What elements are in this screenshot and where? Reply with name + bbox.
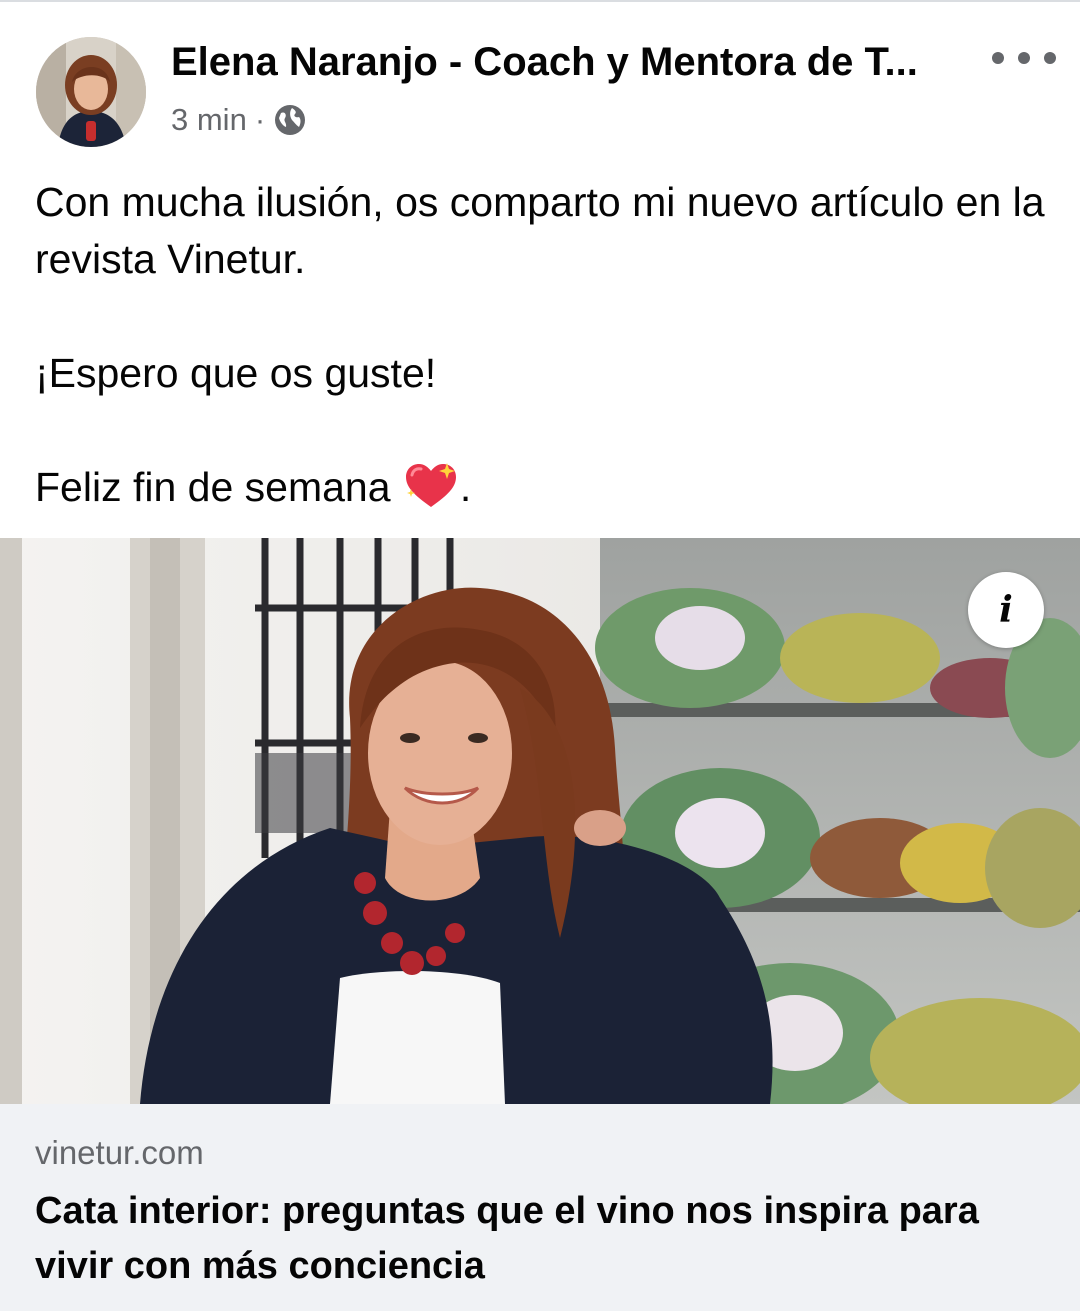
link-domain: vinetur.com bbox=[35, 1134, 204, 1171]
more-dots-icon bbox=[1044, 52, 1056, 64]
post-text-paragraph-1: Con mucha ilusión, os comparto mi nuevo … bbox=[35, 179, 1045, 282]
link-title: Cata interior: preguntas que el vino nos… bbox=[35, 1190, 979, 1287]
post-text-paragraph-3: Feliz fin de semana . bbox=[35, 459, 1050, 516]
post-timestamp[interactable]: 3 min bbox=[171, 102, 247, 138]
author-name[interactable]: Elena Naranjo - Coach y Mentora de T... bbox=[171, 38, 961, 86]
link-preview-image[interactable] bbox=[0, 538, 1080, 1104]
author-avatar[interactable] bbox=[36, 37, 146, 147]
globe-icon[interactable] bbox=[273, 103, 307, 137]
post-text-paragraph-3-end: . bbox=[459, 464, 472, 510]
link-preview-footer[interactable]: vinetur.com Cata interior: preguntas que… bbox=[0, 1104, 1080, 1311]
more-dots-icon bbox=[992, 52, 1004, 64]
more-options-button[interactable] bbox=[992, 40, 1056, 76]
meta-separator: · bbox=[254, 102, 266, 137]
info-icon: i bbox=[999, 589, 1013, 631]
sparkling-heart-icon bbox=[402, 461, 460, 511]
post-text-paragraph-3-text: Feliz fin de semana bbox=[35, 464, 402, 510]
top-divider bbox=[0, 0, 1080, 2]
post-text-paragraph-2: ¡Espero que os guste! bbox=[35, 350, 437, 396]
post-meta: 3 min · bbox=[171, 100, 307, 140]
post-text: Con mucha ilusión, os comparto mi nuevo … bbox=[35, 174, 1050, 516]
info-button[interactable]: i bbox=[968, 572, 1044, 648]
more-dots-icon bbox=[1018, 52, 1030, 64]
